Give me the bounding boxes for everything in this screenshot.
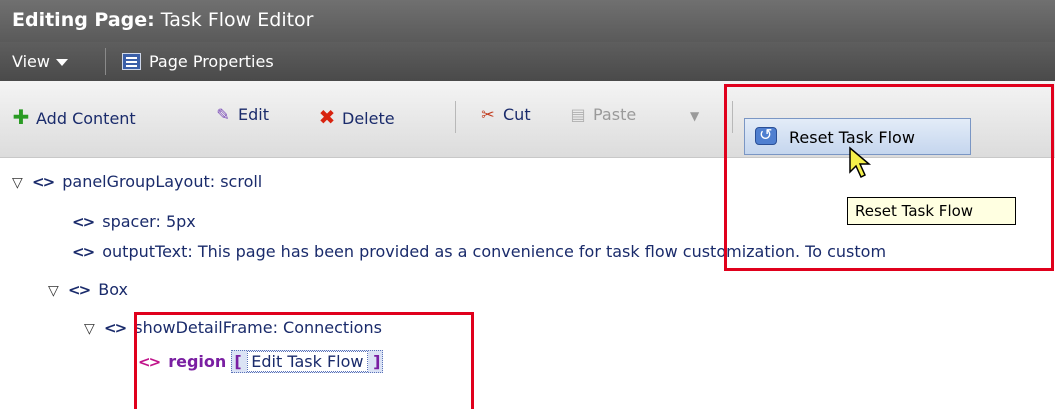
menu-bar: View Page Properties [0,42,1055,81]
expand-triangle-icon[interactable]: ▽ [48,283,62,299]
view-menu-label: View [12,52,50,71]
page-title-prefix: Editing Page: [12,9,155,31]
page-title-name: Task Flow Editor [154,9,314,31]
delete-button[interactable]: ✖ Delete [318,105,395,129]
expand-triangle-icon[interactable]: ▽ [84,321,98,337]
clipboard-icon: ▤ [570,105,586,124]
cut-label: Cut [503,105,531,124]
tree-node-box[interactable]: ▽ <> Box [48,280,128,299]
scissors-icon: ✂ [481,105,495,124]
expand-triangle-icon[interactable]: ▽ [12,175,26,191]
tree-node-spacer[interactable]: <> spacer: 5px [72,212,196,231]
view-menu[interactable]: View [12,52,68,71]
delete-label: Delete [342,109,395,128]
paste-button[interactable]: ▤ Paste [569,105,636,124]
tree-node-label: panelGroupLayout: scroll [62,172,263,191]
edit-icon: ✎ [216,105,230,124]
component-tag-icon: <> [32,173,55,191]
editor-title-bar: Editing Page: Task Flow Editor [0,0,1055,42]
highlight-box-reset [724,84,1054,271]
toolbar-divider [455,101,456,133]
chevron-down-icon [55,59,68,66]
page-properties-button[interactable]: Page Properties [122,52,274,71]
component-tag-icon: <> [72,213,95,231]
chevron-down-icon: ▼ [690,109,700,123]
paste-label: Paste [593,105,637,124]
page-title: Editing Page: Task Flow Editor [12,9,314,31]
edit-label: Edit [238,105,269,124]
tree-node-label: Box [98,280,128,299]
component-tag-icon: <> [68,281,91,299]
delete-x-icon: ✖ [318,105,336,129]
tree-node-label: spacer: 5px [102,212,196,231]
menu-divider [105,48,106,75]
tree-node-panel-group-layout[interactable]: ▽ <> panelGroupLayout: scroll [12,172,262,191]
component-tag-icon: <> [104,319,127,337]
page-properties-icon [122,53,141,70]
add-content-button[interactable]: ✚ Add Content [12,105,136,129]
component-tag-icon: <> [72,243,95,261]
page-properties-label: Page Properties [149,52,274,71]
edit-button[interactable]: ✎ Edit [214,105,269,124]
highlight-box-region [134,312,474,409]
cut-button[interactable]: ✂ Cut [479,105,531,124]
add-content-label: Add Content [36,109,136,128]
paste-dropdown[interactable]: ▼ [690,109,699,123]
plus-icon: ✚ [12,105,30,129]
